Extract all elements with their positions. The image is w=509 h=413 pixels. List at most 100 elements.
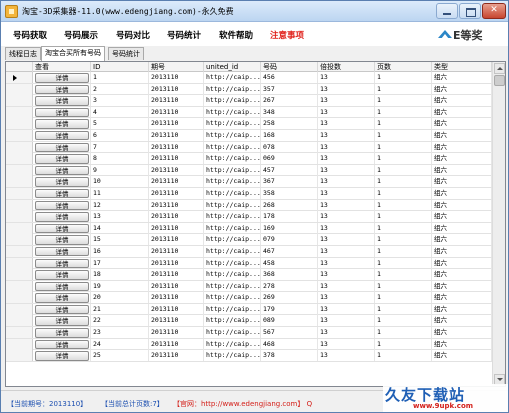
type-cell: 组六 <box>432 72 492 83</box>
table-row[interactable]: 13 2013110 http://caip... 178 13 1 组六 详情 <box>6 211 492 223</box>
page-cell: 1 <box>375 72 432 83</box>
minimize-button[interactable] <box>436 3 458 19</box>
title-bar[interactable]: 淘宝-3D采集器-11.0(www.edengjiang.com)-永久免费 ✕ <box>1 1 508 22</box>
scroll-thumb[interactable] <box>494 75 505 86</box>
detail-button[interactable]: 详情 <box>35 339 89 350</box>
table-row[interactable]: 10 2013110 http://caip... 367 13 1 组六 详情 <box>6 176 492 188</box>
status-website[interactable]: 【官网：http://www.edengjiang.com】 Q <box>173 399 312 409</box>
detail-button[interactable]: 详情 <box>35 351 89 361</box>
table-row[interactable]: 19 2013110 http://caip... 278 13 1 组六 详情 <box>6 280 492 293</box>
issue-cell: 2013110 <box>149 303 204 315</box>
detail-button[interactable]: 详情 <box>35 177 89 187</box>
issue-cell: 2013110 <box>149 187 204 199</box>
row-indicator <box>6 72 33 83</box>
table-row[interactable]: 20 2013110 http://caip... 269 13 1 组六 详情 <box>6 292 492 304</box>
table-row[interactable]: 2 2013110 http://caip... 357 13 1 组六 详情 <box>6 83 492 96</box>
row-indicator <box>6 176 33 188</box>
detail-button[interactable]: 详情 <box>35 96 89 106</box>
window-title: 淘宝-3D采集器-11.0(www.edengjiang.com)-永久免费 <box>22 7 234 16</box>
header-multiplier[interactable]: 倍投数 <box>318 62 375 72</box>
detail-button[interactable]: 详情 <box>35 142 89 153</box>
detail-button[interactable]: 详情 <box>35 246 89 257</box>
menu-item-help[interactable]: 软件帮助 <box>219 29 253 41</box>
detail-button[interactable]: 详情 <box>35 119 89 129</box>
detail-button[interactable]: 详情 <box>35 130 89 141</box>
header-id[interactable]: ID <box>91 62 149 72</box>
table-row[interactable]: 12 2013110 http://caip... 268 13 1 组六 详情 <box>6 199 492 212</box>
table-row[interactable]: 22 2013110 http://caip... 089 13 1 组六 详情 <box>6 315 492 328</box>
id-cell: 1 <box>91 72 149 83</box>
id-cell: 21 <box>91 303 149 315</box>
menu-item-stats[interactable]: 号码统计 <box>167 29 201 41</box>
table-row[interactable]: 25 2013110 http://caip... 378 13 1 组六 详情 <box>6 350 492 362</box>
close-button[interactable]: ✕ <box>482 3 506 19</box>
detail-button[interactable]: 详情 <box>35 328 89 338</box>
table-row[interactable]: 14 2013110 http://caip... 169 13 1 组六 详情 <box>6 222 492 235</box>
united-id-cell: http://caip... <box>206 327 261 339</box>
detail-button[interactable]: 详情 <box>35 281 89 292</box>
header-page[interactable]: 页数 <box>375 62 432 72</box>
detail-button[interactable]: 详情 <box>35 212 89 222</box>
row-indicator <box>6 280 33 292</box>
menu-item-fetch[interactable]: 号码获取 <box>13 29 47 41</box>
table-row[interactable]: 23 2013110 http://caip... 567 13 1 组六 详情 <box>6 327 492 339</box>
table-row[interactable]: 6 2013110 http://caip... 168 13 1 组六 详情 <box>6 129 492 142</box>
type-cell: 组六 <box>432 164 492 176</box>
tab-all-numbers[interactable]: 淘宝合买所有号码 <box>41 46 105 61</box>
table-row[interactable]: 3 2013110 http://caip... 267 13 1 组六 详情 <box>6 95 492 107</box>
header-type[interactable]: 类型 <box>432 62 492 72</box>
maximize-button[interactable] <box>459 3 481 19</box>
id-cell: 7 <box>91 141 149 153</box>
table-row[interactable]: 5 2013110 http://caip... 258 13 1 组六 详情 <box>6 118 492 130</box>
number-cell: 348 <box>261 106 318 118</box>
detail-button[interactable]: 详情 <box>35 270 89 280</box>
app-window: 淘宝-3D采集器-11.0(www.edengjiang.com)-永久免费 ✕… <box>0 0 509 413</box>
number-cell: 457 <box>261 164 318 176</box>
tab-number-stats[interactable]: 号码统计 <box>108 47 144 60</box>
detail-button[interactable]: 详情 <box>35 304 89 315</box>
detail-button[interactable]: 详情 <box>35 84 89 95</box>
detail-button[interactable]: 详情 <box>35 154 89 164</box>
detail-button[interactable]: 详情 <box>35 188 89 199</box>
detail-button[interactable]: 详情 <box>35 316 89 326</box>
vertical-scrollbar[interactable] <box>492 62 505 386</box>
detail-button[interactable]: 详情 <box>35 293 89 303</box>
header-united-id[interactable]: united_id <box>204 62 261 72</box>
table-row[interactable]: 11 2013110 http://caip... 358 13 1 组六 详情 <box>6 187 492 200</box>
issue-cell: 2013110 <box>149 95 204 107</box>
type-cell: 组六 <box>432 315 492 327</box>
page-cell: 1 <box>375 315 432 327</box>
tab-thread-log[interactable]: 线程日志 <box>5 47 41 60</box>
menu-item-compare[interactable]: 号码对比 <box>116 29 150 41</box>
row-indicator <box>6 153 33 165</box>
table-row[interactable]: 21 2013110 http://caip... 179 13 1 组六 详情 <box>6 303 492 316</box>
table-row[interactable]: 17 2013110 http://caip... 458 13 1 组六 详情 <box>6 257 492 270</box>
scroll-up-icon[interactable] <box>494 63 505 74</box>
table-row[interactable]: 1 2013110 http://caip... 456 13 1 组六 详情 <box>6 72 492 84</box>
menu-item-show[interactable]: 号码展示 <box>64 29 98 41</box>
table-row[interactable]: 15 2013110 http://caip... 079 13 1 组六 详情 <box>6 234 492 246</box>
table-row[interactable]: 9 2013110 http://caip... 457 13 1 组六 详情 <box>6 164 492 177</box>
detail-button[interactable]: 详情 <box>35 223 89 234</box>
table-row[interactable]: 16 2013110 http://caip... 467 13 1 组六 详情 <box>6 245 492 258</box>
detail-button[interactable]: 详情 <box>35 73 89 83</box>
table-row[interactable]: 24 2013110 http://caip... 468 13 1 组六 详情 <box>6 338 492 351</box>
type-cell: 组六 <box>432 141 492 153</box>
number-cell: 367 <box>261 176 318 188</box>
header-number[interactable]: 号码 <box>261 62 318 72</box>
table-row[interactable]: 8 2013110 http://caip... 069 13 1 组六 详情 <box>6 153 492 165</box>
issue-cell: 2013110 <box>149 280 204 292</box>
detail-button[interactable]: 详情 <box>35 107 89 118</box>
detail-button[interactable]: 详情 <box>35 235 89 245</box>
header-view[interactable]: 查看 <box>33 62 91 72</box>
header-issue[interactable]: 期号 <box>149 62 204 72</box>
detail-button[interactable]: 详情 <box>35 200 89 211</box>
multiplier-cell: 13 <box>318 118 375 130</box>
table-row[interactable]: 4 2013110 http://caip... 348 13 1 组六 详情 <box>6 106 492 119</box>
table-row[interactable]: 18 2013110 http://caip... 368 13 1 组六 详情 <box>6 269 492 281</box>
detail-button[interactable]: 详情 <box>35 165 89 176</box>
menu-item-notice[interactable]: 注意事项 <box>270 29 304 41</box>
table-row[interactable]: 7 2013110 http://caip... 078 13 1 组六 详情 <box>6 141 492 154</box>
detail-button[interactable]: 详情 <box>35 258 89 268</box>
multiplier-cell: 13 <box>318 187 375 199</box>
